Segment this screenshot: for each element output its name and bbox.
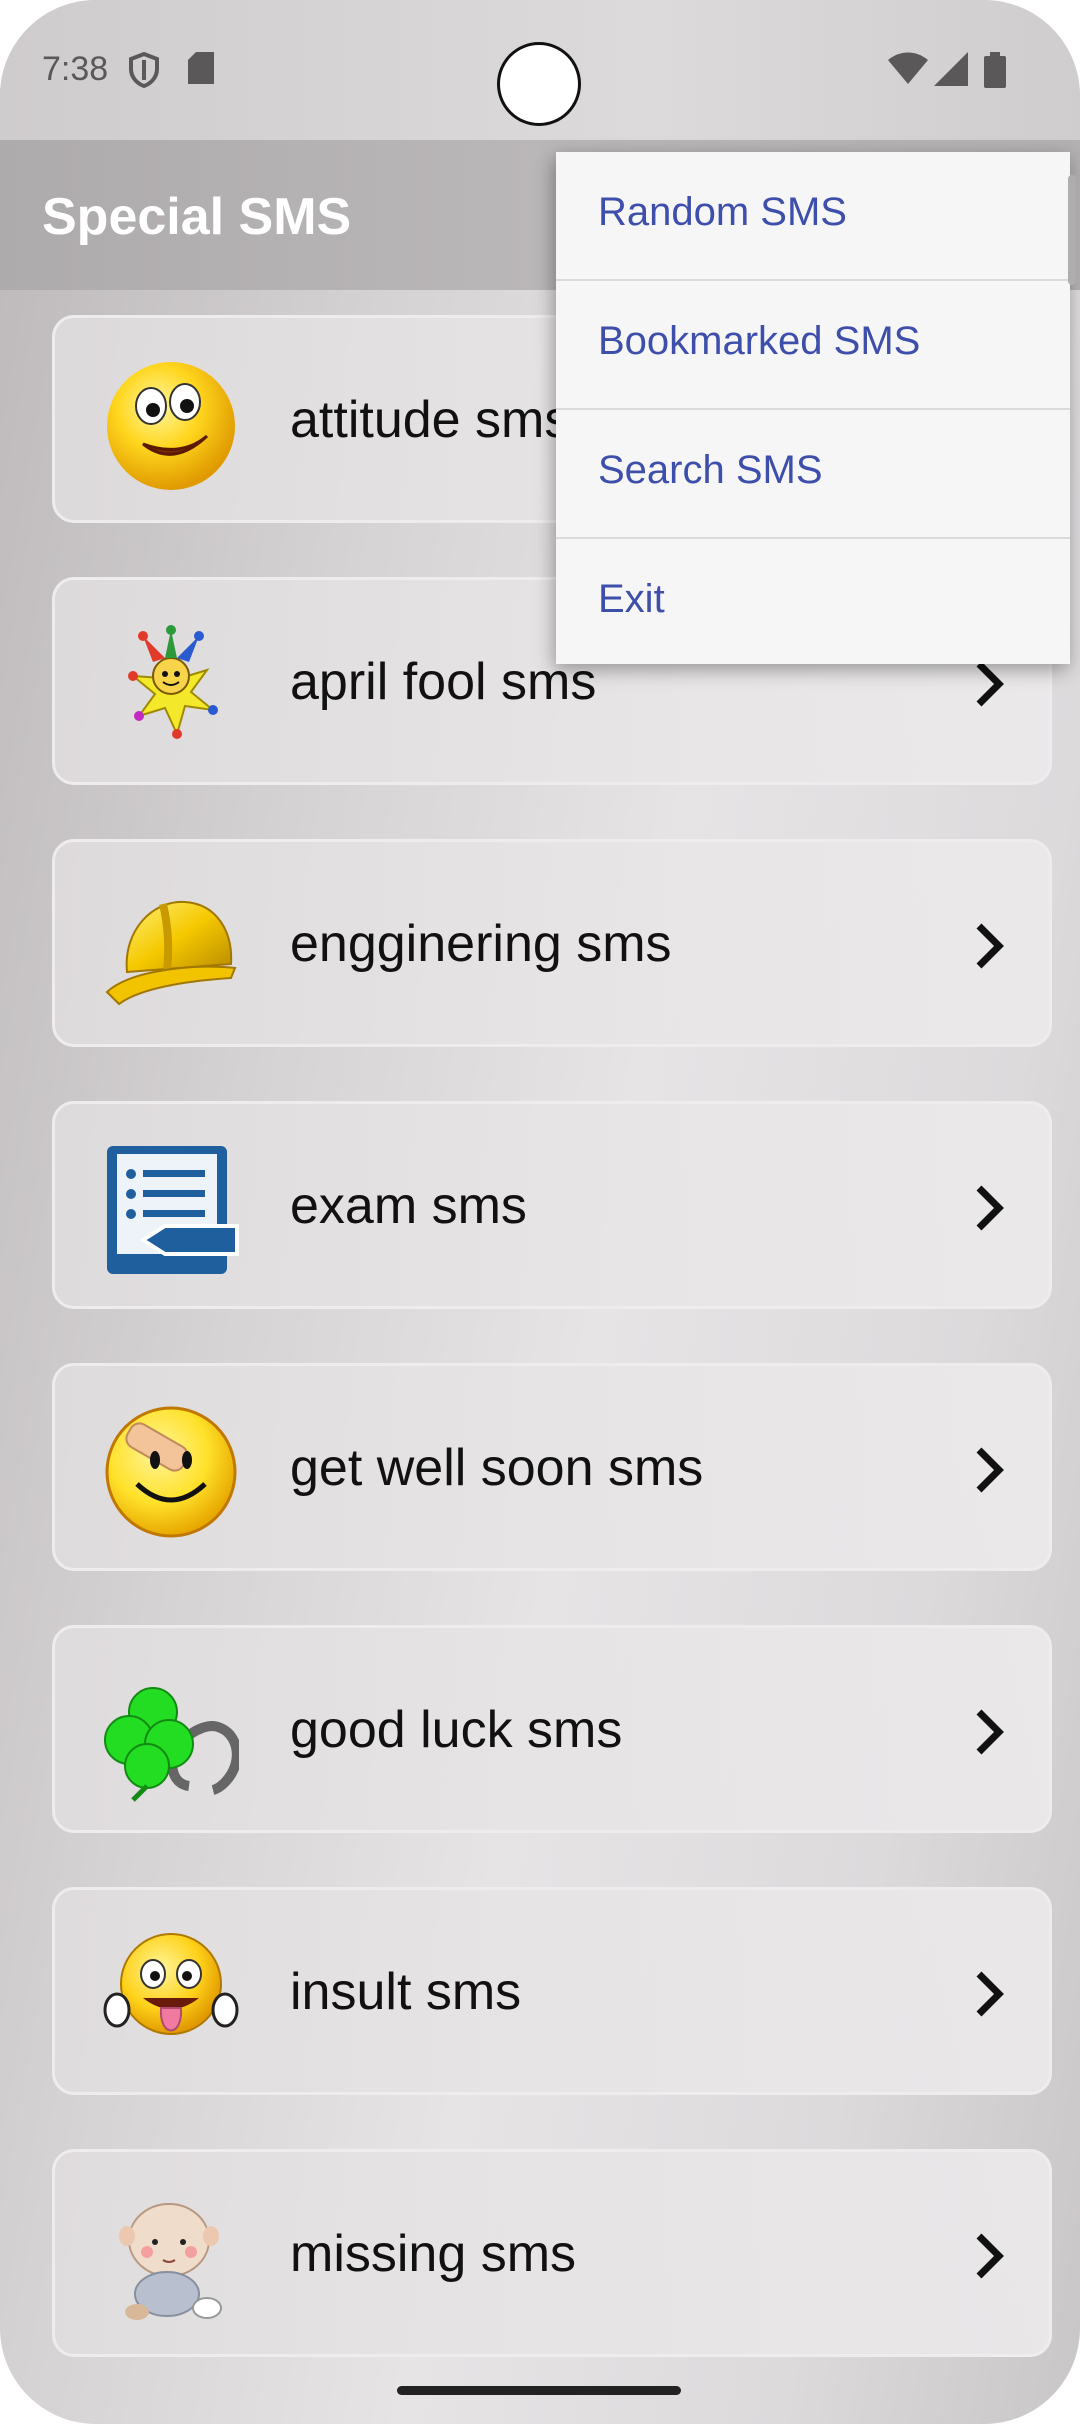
menu-item-bookmarked-sms[interactable]: Bookmarked SMS bbox=[556, 281, 1070, 410]
battery-icon bbox=[984, 52, 1006, 88]
list-item-label: insult sms bbox=[290, 1963, 522, 2021]
list-item[interactable]: engginering sms bbox=[52, 839, 1052, 1047]
chevron-right-icon bbox=[976, 2233, 1004, 2279]
app-title: Special SMS bbox=[42, 188, 352, 246]
list-item[interactable]: good luck sms bbox=[52, 1625, 1052, 1833]
jester-icon bbox=[128, 625, 218, 739]
sd-card-icon bbox=[188, 52, 214, 84]
hard-hat-icon bbox=[105, 900, 237, 1006]
list-item-label: engginering sms bbox=[290, 915, 672, 973]
overflow-menu: Random SMS Bookmarked SMS Search SMS Exi… bbox=[556, 152, 1070, 664]
tongue-out-smiley-icon bbox=[103, 1933, 239, 2035]
exam-paper-icon bbox=[107, 1146, 239, 1274]
list-item-label: attitude sms bbox=[290, 391, 571, 449]
shield-icon bbox=[129, 52, 159, 88]
list-item[interactable]: missing sms bbox=[52, 2149, 1052, 2357]
chevron-right-icon bbox=[976, 1709, 1004, 1755]
baby-icon bbox=[119, 2203, 222, 2320]
menu-item-label: Exit bbox=[598, 577, 665, 621]
menu-item-label: Search SMS bbox=[598, 448, 823, 492]
camera-cutout bbox=[497, 42, 581, 126]
phone-screen: 7:38 Special SMS attitude sms april fool… bbox=[0, 0, 1080, 2424]
list-item-label: good luck sms bbox=[290, 1701, 623, 1759]
list-item-label: april fool sms bbox=[290, 653, 597, 711]
menu-item-label: Bookmarked SMS bbox=[598, 319, 921, 363]
list-item[interactable]: insult sms bbox=[52, 1887, 1052, 2095]
menu-item-exit[interactable]: Exit bbox=[556, 539, 1070, 668]
signal-icon bbox=[934, 52, 968, 86]
chevron-right-icon bbox=[976, 1185, 1004, 1231]
menu-item-search-sms[interactable]: Search SMS bbox=[556, 410, 1070, 539]
list-item-label: exam sms bbox=[290, 1177, 527, 1235]
menu-item-label: Random SMS bbox=[598, 190, 847, 234]
status-time: 7:38 bbox=[42, 50, 109, 88]
chevron-right-icon bbox=[976, 923, 1004, 969]
list-item[interactable]: exam sms bbox=[52, 1101, 1052, 1309]
list-item-label: get well soon sms bbox=[290, 1439, 704, 1497]
status-bar: 7:38 bbox=[0, 0, 1080, 140]
chevron-right-icon bbox=[976, 1971, 1004, 2017]
list-item-label: missing sms bbox=[290, 2225, 577, 2283]
winking-smiley-icon bbox=[107, 362, 235, 490]
wifi-icon bbox=[888, 52, 928, 84]
list-item[interactable]: get well soon sms bbox=[52, 1363, 1052, 1571]
bandaged-smiley-icon bbox=[105, 1406, 237, 1538]
menu-item-random-sms[interactable]: Random SMS bbox=[556, 152, 1070, 281]
chevron-right-icon bbox=[976, 1447, 1004, 1493]
scrollbar-thumb[interactable] bbox=[1068, 175, 1076, 285]
home-indicator[interactable] bbox=[397, 2386, 681, 2395]
four-leaf-clover-icon bbox=[104, 1687, 239, 1802]
